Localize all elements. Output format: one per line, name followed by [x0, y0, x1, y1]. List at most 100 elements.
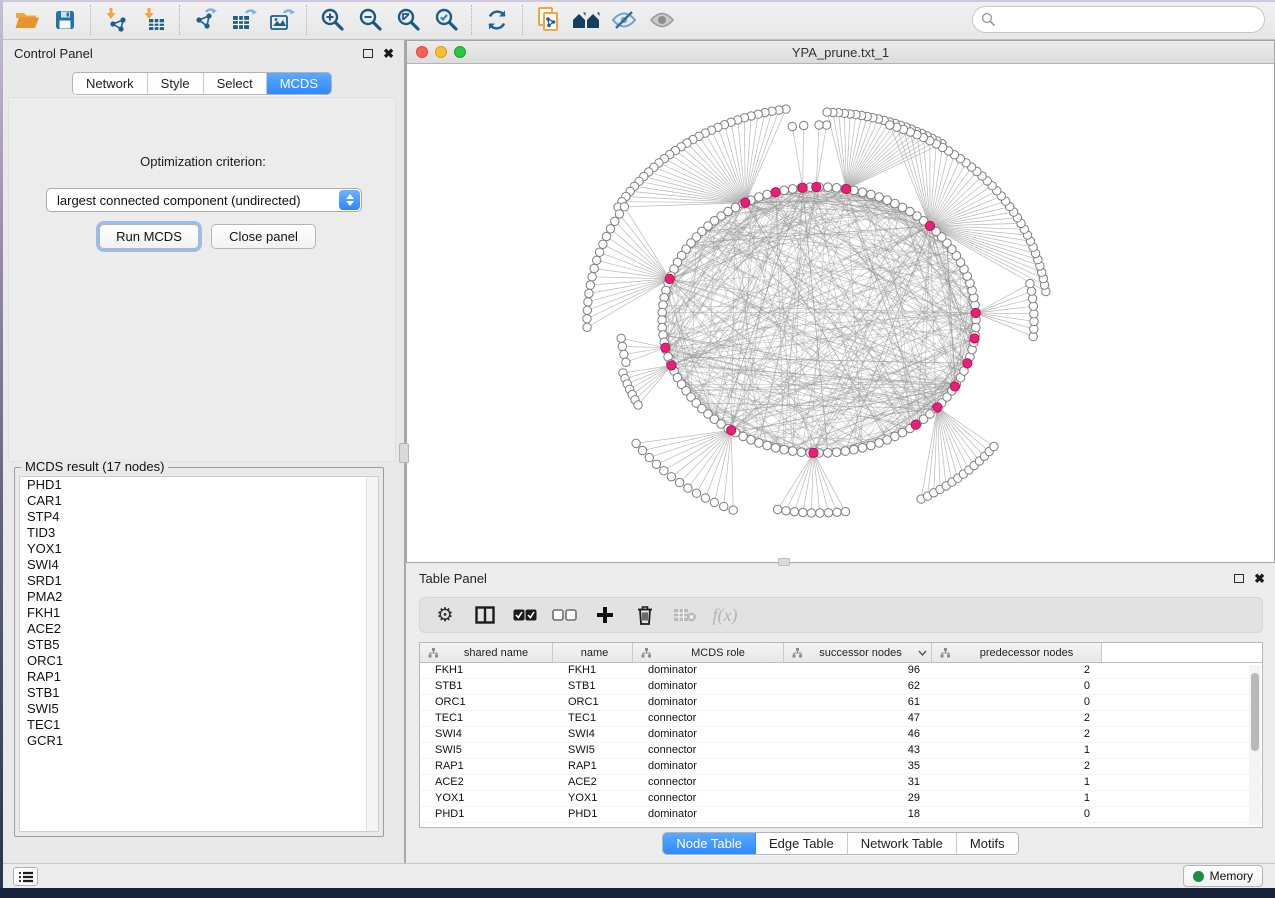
column-header-name[interactable]: name [553, 643, 633, 662]
zoom-out-button[interactable] [351, 4, 389, 36]
column-header-predecessor-nodes[interactable]: predecessor nodes [932, 643, 1102, 662]
close-table-panel-icon[interactable]: ✖ [1254, 572, 1265, 585]
search-icon [981, 12, 996, 27]
zoom-in-button[interactable] [313, 4, 351, 36]
column-header-mcds-role[interactable]: MCDS role [633, 643, 784, 662]
table-tab-motifs[interactable]: Motifs [957, 833, 1018, 854]
mcds-result-list[interactable]: PHD1CAR1STP4TID3YOX1SWI4SRD1PMA2FKH1ACE2… [19, 476, 379, 832]
mcds-list-scrollbar[interactable] [366, 477, 378, 831]
tab-style[interactable]: Style [148, 73, 204, 94]
cell-name: PHD1 [553, 807, 633, 822]
table-scrollbar[interactable] [1249, 665, 1261, 825]
cell-successor_nodes: 18 [784, 807, 932, 822]
column-header-successor-nodes[interactable]: successor nodes [784, 643, 932, 662]
table-tab-edge-table[interactable]: Edge Table [756, 833, 848, 854]
import-table-button[interactable] [135, 4, 173, 36]
table-row[interactable]: ACE2ACE2connector311 [420, 775, 1262, 791]
cell-shared_name: YOX1 [420, 791, 553, 806]
network-window-title: YPA_prune.txt_1 [407, 45, 1274, 60]
column-header-shared-name[interactable]: shared name [420, 643, 553, 662]
select-all-rows-button[interactable] [512, 602, 538, 628]
mcds-result-item[interactable]: SWI4 [20, 557, 378, 573]
tab-mcds[interactable]: MCDS [267, 73, 331, 94]
toolbar-separator [90, 5, 91, 35]
mcds-result-item[interactable]: CAR1 [20, 493, 378, 509]
mcds-result-item[interactable]: ORC1 [20, 653, 378, 669]
table-row[interactable]: YOX1YOX1connector291 [420, 791, 1262, 807]
table-tab-node-table[interactable]: Node Table [663, 833, 756, 854]
cell-predecessor_nodes: 2 [932, 727, 1102, 742]
float-table-panel-icon[interactable] [1234, 574, 1244, 583]
create-column-button[interactable] [592, 602, 618, 628]
table-row[interactable]: ORC1ORC1dominator610 [420, 695, 1262, 711]
tab-select[interactable]: Select [204, 73, 267, 94]
cell-mcds_role: dominator [633, 679, 784, 694]
float-panel-icon[interactable] [363, 49, 373, 58]
mcds-result-item[interactable]: ACE2 [20, 621, 378, 637]
mcds-result-item[interactable]: STB1 [20, 685, 378, 701]
hide-selected-button[interactable] [605, 4, 643, 36]
export-network-button[interactable] [186, 4, 224, 36]
show-column-chooser-button[interactable] [472, 602, 498, 628]
cell-predecessor_nodes: 0 [932, 807, 1102, 822]
close-panel-button[interactable]: Close panel [211, 224, 316, 249]
horizontal-splitter-handle[interactable] [778, 558, 790, 566]
node-table: shared namenameMCDS rolesuccessor nodesp… [419, 642, 1263, 828]
refresh-button[interactable] [478, 4, 516, 36]
show-task-history-button[interactable] [13, 867, 38, 886]
table-row[interactable]: STB1STB1dominator620 [420, 679, 1262, 695]
delete-column-button[interactable] [632, 602, 658, 628]
columns-icon [475, 606, 495, 624]
table-row[interactable]: SWI4SWI4dominator462 [420, 727, 1262, 743]
optimization-criterion-select[interactable]: largest connected component (undirected) [46, 188, 362, 212]
close-panel-icon[interactable]: ✖ [383, 47, 394, 60]
zoom-selected-button[interactable] [427, 4, 465, 36]
clone-network-button[interactable] [529, 4, 567, 36]
cell-name: ACE2 [553, 775, 633, 790]
mcds-result-item[interactable]: PMA2 [20, 589, 378, 605]
mcds-result-item[interactable]: TEC1 [20, 717, 378, 733]
memory-button[interactable]: Memory [1183, 865, 1263, 887]
table-settings-button[interactable]: ⚙ [432, 602, 458, 628]
tab-network[interactable]: Network [73, 73, 148, 94]
function-builder-button[interactable]: f(x) [712, 602, 738, 628]
import-network-button[interactable] [97, 4, 135, 36]
mcds-result-item[interactable]: YOX1 [20, 541, 378, 557]
list-icon [19, 871, 33, 883]
table-row[interactable]: PHD1PHD1dominator180 [420, 807, 1262, 823]
control-panel-tabbar: NetworkStyleSelectMCDS [0, 72, 404, 95]
first-neighbors-button[interactable] [567, 4, 605, 36]
mcds-result-item[interactable]: STB5 [20, 637, 378, 653]
save-session-button[interactable] [46, 4, 84, 36]
export-image-button[interactable] [262, 4, 300, 36]
table-row[interactable]: SWI5SWI5connector431 [420, 743, 1262, 759]
cell-name: FKH1 [553, 663, 633, 678]
zoom-fit-button[interactable] [389, 4, 427, 36]
show-all-button[interactable] [643, 4, 681, 36]
table-row[interactable]: TEC1TEC1connector472 [420, 711, 1262, 727]
table-row[interactable]: RAP1RAP1dominator352 [420, 759, 1262, 775]
table-scrollbar-thumb[interactable] [1251, 673, 1259, 751]
export-image-icon [268, 7, 295, 33]
mcds-result-item[interactable]: SRD1 [20, 573, 378, 589]
search-input[interactable] [972, 6, 1265, 33]
network-canvas[interactable] [407, 64, 1274, 562]
delete-table-button[interactable] [672, 602, 698, 628]
run-mcds-button[interactable]: Run MCDS [99, 224, 199, 249]
mcds-result-item[interactable]: FKH1 [20, 605, 378, 621]
export-table-button[interactable] [224, 4, 262, 36]
open-session-button[interactable] [8, 4, 46, 36]
network-window-titlebar[interactable]: YPA_prune.txt_1 [407, 41, 1274, 64]
mcds-result-item[interactable]: RAP1 [20, 669, 378, 685]
mcds-result-item[interactable]: STP4 [20, 509, 378, 525]
deselect-all-rows-button[interactable] [552, 602, 578, 628]
export-network-icon [192, 7, 218, 33]
mcds-result-item[interactable]: PHD1 [20, 477, 378, 493]
mcds-result-item[interactable]: GCR1 [20, 733, 378, 749]
table-row[interactable]: FKH1FKH1dominator962 [420, 663, 1262, 679]
mcds-result-item[interactable]: SWI5 [20, 701, 378, 717]
cell-mcds_role: dominator [633, 727, 784, 742]
vertical-splitter-handle[interactable] [399, 443, 409, 463]
mcds-result-item[interactable]: TID3 [20, 525, 378, 541]
table-tab-network-table[interactable]: Network Table [848, 833, 957, 854]
